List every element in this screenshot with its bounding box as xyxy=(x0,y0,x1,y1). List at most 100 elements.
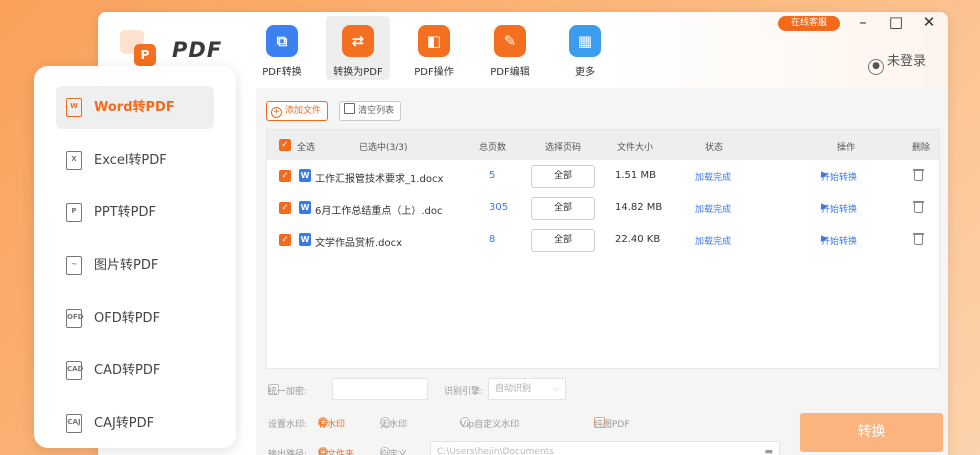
watermark-label: 设置水印: xyxy=(268,420,308,430)
sidebar-item-ofd[interactable]: OFD OFD转PDF xyxy=(56,297,214,340)
output-option-label: 自定义 xyxy=(380,450,408,455)
sidebar-item-excel[interactable]: X Excel转PDF xyxy=(56,139,214,182)
table-row: ✓ W 文学作品赏析.docx 8 全部 22.40 KB 加载完成 ▶ 开始转… xyxy=(267,224,939,256)
ofd-icon: OFD xyxy=(66,308,84,328)
close-icon[interactable]: ✕ xyxy=(919,13,939,31)
add-file-button[interactable]: + 添加文件 xyxy=(266,101,329,121)
sidebar-item-caj[interactable]: CAJ CAJ转PDF xyxy=(56,402,214,445)
delete-icon[interactable] xyxy=(913,168,925,182)
password-input[interactable] xyxy=(332,378,428,400)
header-size: 文件大小 xyxy=(617,143,654,153)
table-row: ✓ W 工作汇报管技术要求_1.docx 5 全部 1.51 MB 加载完成 ▶… xyxy=(267,160,939,192)
plus-icon: + xyxy=(271,107,282,118)
sidebar-item-label: PPT转PDF xyxy=(94,205,156,221)
sidebar: W Word转PDF X Excel转PDF P PPT转PDF ~ 图片转PDF OF… xyxy=(34,66,236,448)
header-operation: 操作 xyxy=(837,143,856,153)
user-icon: ● xyxy=(868,59,884,75)
table-row: ✓ W 6月工作总结重点（上）.doc 305 全部 14.82 MB 加载完成… xyxy=(267,192,939,224)
table-header: ✓ 全选 已选中(3/3) 总页数 选择页码 文件大小 状态 操作 删除 xyxy=(267,130,939,160)
convert-icon: ⧉ xyxy=(266,25,298,57)
file-size: 1.51 MB xyxy=(615,170,656,181)
output-path-value: C:\Users\hejin\Documents xyxy=(437,447,554,455)
delete-icon[interactable] xyxy=(913,200,925,214)
file-size: 22.40 KB xyxy=(615,234,661,245)
maximize-icon[interactable]: □ xyxy=(886,13,906,31)
tool-pdf-edit[interactable]: ✎ PDF编辑 xyxy=(478,16,542,80)
file-table: ✓ 全选 已选中(3/3) 总页数 选择页码 文件大小 状态 操作 删除 ✓ W… xyxy=(266,129,940,369)
page-count: 8 xyxy=(489,234,496,245)
page-select-button[interactable]: 全部 xyxy=(531,165,595,188)
clear-list-label: 清空列表 xyxy=(358,106,395,116)
page-select-button[interactable]: 全部 xyxy=(531,197,595,220)
word-icon: W xyxy=(66,98,82,117)
tool-label: 转换为PDF xyxy=(333,67,383,78)
engine-label: 识别引擎: xyxy=(444,387,484,397)
sidebar-item-ppt[interactable]: P PPT转PDF xyxy=(56,191,214,234)
file-name: 工作汇报管技术要求_1.docx xyxy=(315,174,444,185)
encrypt-label: 统一加密: xyxy=(268,387,308,397)
image-icon: ~ xyxy=(66,256,82,276)
tool-more[interactable]: ▦ 更多 xyxy=(553,16,617,80)
select-all-label: 全选 xyxy=(297,143,316,153)
tool-label: PDF转换 xyxy=(262,67,302,78)
add-file-label: 添加文件 xyxy=(285,106,322,116)
convert-button[interactable]: 转换 xyxy=(800,413,943,452)
online-service-button[interactable]: 在线客服 xyxy=(778,16,840,31)
page-count: 5 xyxy=(489,170,496,181)
page-count: 305 xyxy=(489,202,509,213)
sidebar-item-word[interactable]: W Word转PDF xyxy=(56,86,214,129)
sidebar-item-label: 图片转PDF xyxy=(94,258,159,274)
delete-icon[interactable] xyxy=(913,232,925,246)
clear-list-button[interactable]: 清空列表 xyxy=(339,101,402,121)
ppt-icon: P xyxy=(66,203,82,223)
tool-label: PDF操作 xyxy=(414,67,454,78)
tool-pdf-convert[interactable]: ⧉ PDF转换 xyxy=(250,16,314,80)
tool-label: 更多 xyxy=(575,67,595,78)
sidebar-item-cad[interactable]: CAD CAD转PDF xyxy=(56,349,214,392)
login-button[interactable]: ● 未登录 xyxy=(868,50,926,75)
minimize-icon[interactable]: – xyxy=(853,13,873,31)
logo-text: PDF xyxy=(172,38,223,62)
grid-icon: ▦ xyxy=(569,25,601,57)
start-convert-label: 开始转换 xyxy=(821,205,858,215)
sidebar-item-label: CAD转PDF xyxy=(94,363,161,379)
word-file-icon: W xyxy=(299,201,311,214)
row-checkbox[interactable]: ✓ xyxy=(279,170,291,182)
app-logo: P xyxy=(120,30,160,70)
sidebar-item-label: OFD转PDF xyxy=(94,310,161,326)
start-convert-label: 开始转换 xyxy=(821,237,858,247)
status-text: 加载完成 xyxy=(695,205,732,215)
output-label: 输出路径: xyxy=(268,450,308,455)
file-size: 14.82 MB xyxy=(615,202,663,213)
pure-pdf-label: 纯图PDF xyxy=(594,420,630,430)
file-name: 文学作品赏析.docx xyxy=(315,238,403,249)
folder-icon[interactable]: ▬ xyxy=(764,442,773,455)
tool-pdf-operate[interactable]: ◧ PDF操作 xyxy=(402,16,466,80)
login-label: 未登录 xyxy=(887,54,927,69)
row-checkbox[interactable]: ✓ xyxy=(279,234,291,246)
engine-select[interactable]: 自动识别 ⌵ xyxy=(488,378,566,400)
sidebar-item-image[interactable]: ~ 图片转PDF xyxy=(56,244,214,287)
tool-to-pdf[interactable]: ⇄ 转换为PDF xyxy=(326,16,390,80)
engine-value: 自动识别 xyxy=(495,384,532,394)
word-file-icon: W xyxy=(299,169,311,182)
header-pages: 总页数 xyxy=(479,143,507,153)
page-select-button[interactable]: 全部 xyxy=(531,229,595,252)
output-option-label: 原文件夹 xyxy=(318,450,355,455)
chevron-down-icon: ⌵ xyxy=(552,384,559,394)
watermark-option-label: 无水印 xyxy=(380,420,408,430)
edit-icon: ✎ xyxy=(494,25,526,57)
watermark-option-label: 有水印 xyxy=(318,420,346,430)
excel-icon: X xyxy=(66,150,82,170)
status-text: 加载完成 xyxy=(695,173,732,183)
header-page-select: 选择页码 xyxy=(545,143,582,153)
output-path-input[interactable]: C:\Users\hejin\Documents ▬ xyxy=(430,441,780,455)
trash-icon xyxy=(344,103,356,114)
start-convert-label: 开始转换 xyxy=(821,173,858,183)
row-checkbox[interactable]: ✓ xyxy=(279,202,291,214)
select-all-checkbox[interactable]: ✓ xyxy=(279,139,291,151)
file-actions: + 添加文件 清空列表 xyxy=(266,98,407,121)
main-panel: + 添加文件 清空列表 ✓ 全选 已选中(3/3) 总页数 选择页码 文件大小 状… xyxy=(256,88,948,455)
cad-icon: CAD xyxy=(66,361,83,381)
sidebar-item-label: CAJ转PDF xyxy=(94,416,155,432)
